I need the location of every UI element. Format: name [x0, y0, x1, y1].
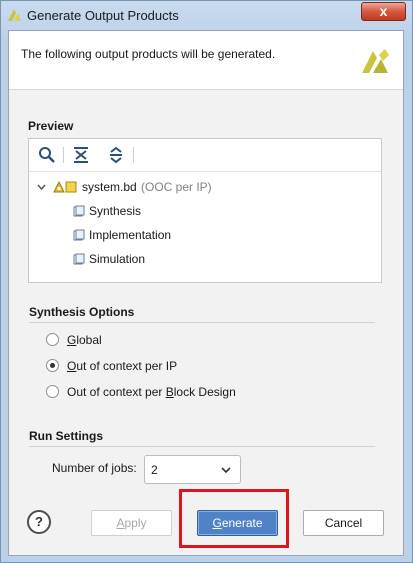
search-icon[interactable]	[37, 145, 57, 165]
dialog-window: Generate Output Products x The following…	[0, 0, 413, 563]
toolbar-divider	[63, 147, 64, 163]
window-title: Generate Output Products	[27, 8, 179, 23]
radio-button[interactable]	[46, 385, 59, 398]
dialog-body: The following output products will be ge…	[8, 30, 404, 556]
tree-root-name: system.bd	[82, 180, 137, 194]
output-product-icon	[73, 253, 85, 265]
preview-toolbar	[29, 139, 381, 172]
radio-button[interactable]	[46, 333, 59, 346]
expand-all-icon[interactable]	[106, 145, 126, 165]
help-button[interactable]: ?	[27, 510, 51, 534]
apply-button[interactable]: Apply	[91, 510, 172, 536]
run-settings-label: Run Settings	[29, 429, 103, 443]
highlight-box	[179, 489, 289, 548]
tree-item-label: Synthesis	[89, 204, 142, 218]
close-button[interactable]: x	[361, 2, 406, 21]
cancel-button[interactable]: Cancel	[303, 510, 384, 536]
preview-label: Preview	[28, 119, 74, 133]
jobs-select-value: 2	[151, 463, 158, 477]
chevron-down-icon	[221, 467, 231, 474]
section-divider	[29, 446, 375, 447]
tree-item-label: Simulation	[89, 252, 146, 266]
chevron-down-icon[interactable]	[37, 183, 46, 191]
hierarchy-icon	[53, 181, 65, 193]
toolbar-divider	[133, 147, 134, 163]
output-product-icon	[73, 229, 85, 241]
tree-root-suffix: (OOC per IP)	[141, 180, 212, 194]
vivado-logo-icon	[362, 49, 389, 73]
output-product-icon	[73, 205, 85, 217]
collapse-all-icon[interactable]	[71, 145, 91, 165]
header-panel: The following output products will be ge…	[9, 31, 403, 90]
number-of-jobs-label: Number of jobs:	[52, 461, 137, 475]
number-of-jobs-select[interactable]: 2	[144, 455, 241, 484]
radio-button[interactable]	[46, 359, 59, 372]
header-description: The following output products will be ge…	[21, 47, 276, 61]
section-divider	[29, 322, 375, 323]
block-design-icon	[65, 181, 77, 193]
synthesis-options-label: Synthesis Options	[29, 305, 135, 319]
preview-panel: system.bd (OOC per IP) Synthesis Impleme…	[28, 138, 382, 283]
vivado-logo-icon	[8, 9, 21, 21]
tree-item-label: Implementation	[89, 228, 172, 242]
title-bar[interactable]: Generate Output Products x	[1, 1, 412, 29]
